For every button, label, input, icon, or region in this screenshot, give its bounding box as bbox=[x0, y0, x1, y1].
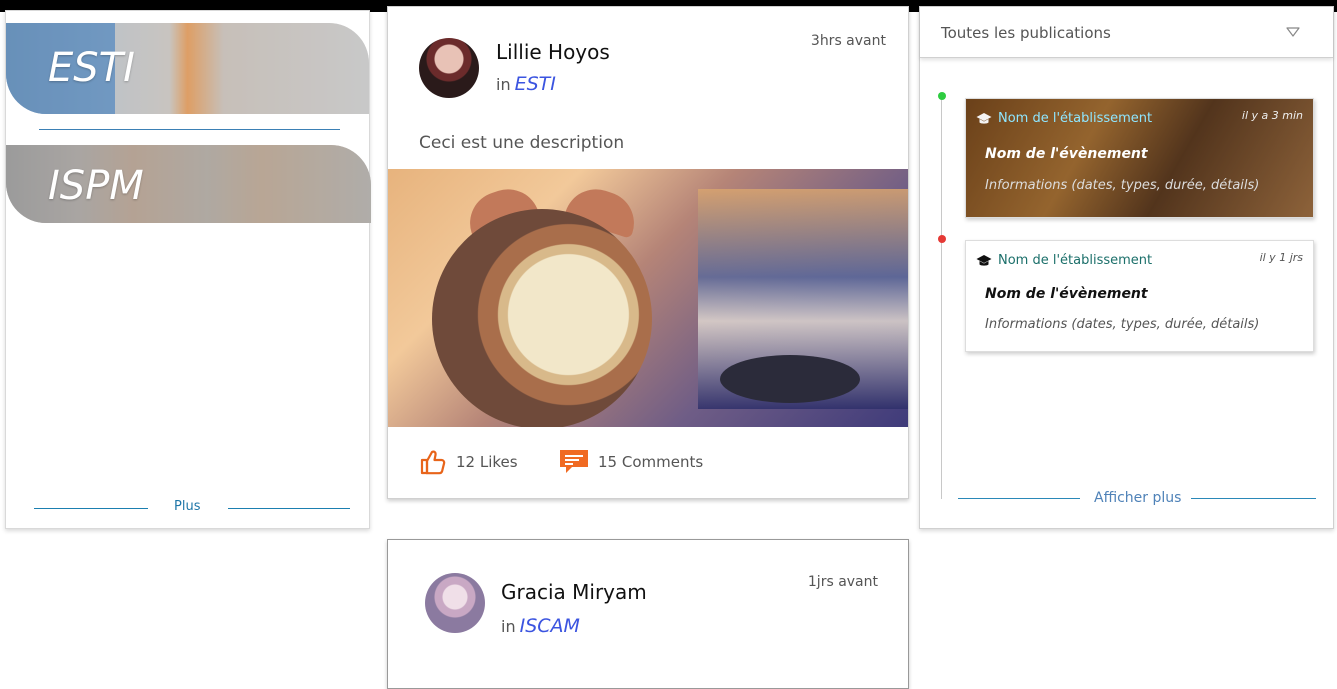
publications-filter-select[interactable]: Toutes les publications bbox=[920, 7, 1333, 58]
show-more-link[interactable]: Afficher plus bbox=[1094, 490, 1181, 506]
schools-panel: ESTI ISPM Plus bbox=[5, 10, 371, 529]
school-name: ISPM bbox=[48, 163, 144, 209]
post-card: Gracia Miryam in ISCAM 1jrs avant bbox=[387, 539, 909, 689]
divider bbox=[1191, 498, 1316, 499]
chevron-down-icon bbox=[1286, 27, 1300, 37]
more-row: Plus bbox=[34, 499, 350, 519]
post-school-link[interactable]: ISCAM bbox=[520, 615, 580, 637]
comments-count: 15 Comments bbox=[598, 453, 704, 471]
event-name: Nom de l'évènement bbox=[985, 286, 1148, 302]
in-prefix: in bbox=[496, 75, 511, 94]
divider bbox=[34, 508, 148, 509]
filter-label: Toutes les publications bbox=[941, 24, 1111, 42]
timeline-dot bbox=[938, 92, 946, 100]
post-school-line: in ISCAM bbox=[501, 615, 580, 637]
in-prefix: in bbox=[501, 617, 516, 636]
post-card: Lillie Hoyos in ESTI 3hrs avant Ceci est … bbox=[387, 6, 909, 499]
timeline-line bbox=[941, 97, 942, 499]
event-institution-label: Nom de l'établissement bbox=[998, 111, 1153, 126]
likes-count: 12 Likes bbox=[456, 453, 518, 471]
event-institution[interactable]: Nom de l'établissement bbox=[976, 111, 1152, 126]
comment-button[interactable]: 15 Comments bbox=[559, 447, 703, 477]
event-institution-label: Nom de l'établissement bbox=[998, 253, 1153, 268]
image-clock bbox=[432, 209, 652, 427]
like-button[interactable]: 12 Likes bbox=[419, 447, 518, 477]
divider bbox=[39, 129, 340, 130]
school-banner-ispm[interactable]: ISPM bbox=[6, 145, 371, 223]
post-actions: 12 Likes 15 Comments bbox=[419, 447, 819, 477]
post-author[interactable]: Lillie Hoyos bbox=[496, 40, 610, 64]
more-link[interactable]: Plus bbox=[174, 499, 200, 514]
timeline-dot bbox=[938, 235, 946, 243]
post-time: 3hrs avant bbox=[810, 33, 886, 49]
event-institution[interactable]: Nom de l'établissement bbox=[976, 253, 1152, 268]
event-name: Nom de l'évènement bbox=[985, 146, 1148, 162]
post-image bbox=[388, 169, 908, 427]
post-description: Ceci est une description bbox=[419, 133, 625, 153]
school-name: ESTI bbox=[48, 45, 135, 91]
events-panel: Toutes les publications Nom de l'établis… bbox=[919, 6, 1334, 529]
show-more-row: Afficher plus bbox=[958, 489, 1316, 509]
graduation-cap-icon bbox=[976, 112, 992, 124]
event-card[interactable]: Nom de l'établissement il y a 3 min Nom … bbox=[965, 98, 1314, 218]
image-lens bbox=[720, 355, 860, 403]
thumbs-up-icon bbox=[420, 450, 446, 475]
event-info: Informations (dates, types, durée, détai… bbox=[985, 178, 1260, 193]
comment-bubble-icon bbox=[560, 450, 588, 473]
post-author[interactable]: Gracia Miryam bbox=[501, 580, 647, 604]
school-banner-esti[interactable]: ESTI bbox=[6, 23, 369, 114]
graduation-cap-icon bbox=[976, 254, 992, 266]
event-time: il y a 3 min bbox=[1241, 109, 1303, 122]
avatar[interactable] bbox=[425, 573, 485, 633]
event-info: Informations (dates, types, durée, détai… bbox=[985, 317, 1260, 332]
post-school-link[interactable]: ESTI bbox=[515, 73, 556, 95]
divider bbox=[958, 498, 1080, 499]
avatar[interactable] bbox=[419, 38, 479, 98]
post-time: 1jrs avant bbox=[807, 574, 878, 590]
event-card[interactable]: Nom de l'établissement il y 1 jrs Nom de… bbox=[965, 240, 1314, 352]
post-school-line: in ESTI bbox=[496, 73, 556, 95]
event-time: il y 1 jrs bbox=[1259, 251, 1303, 264]
divider bbox=[228, 508, 350, 509]
